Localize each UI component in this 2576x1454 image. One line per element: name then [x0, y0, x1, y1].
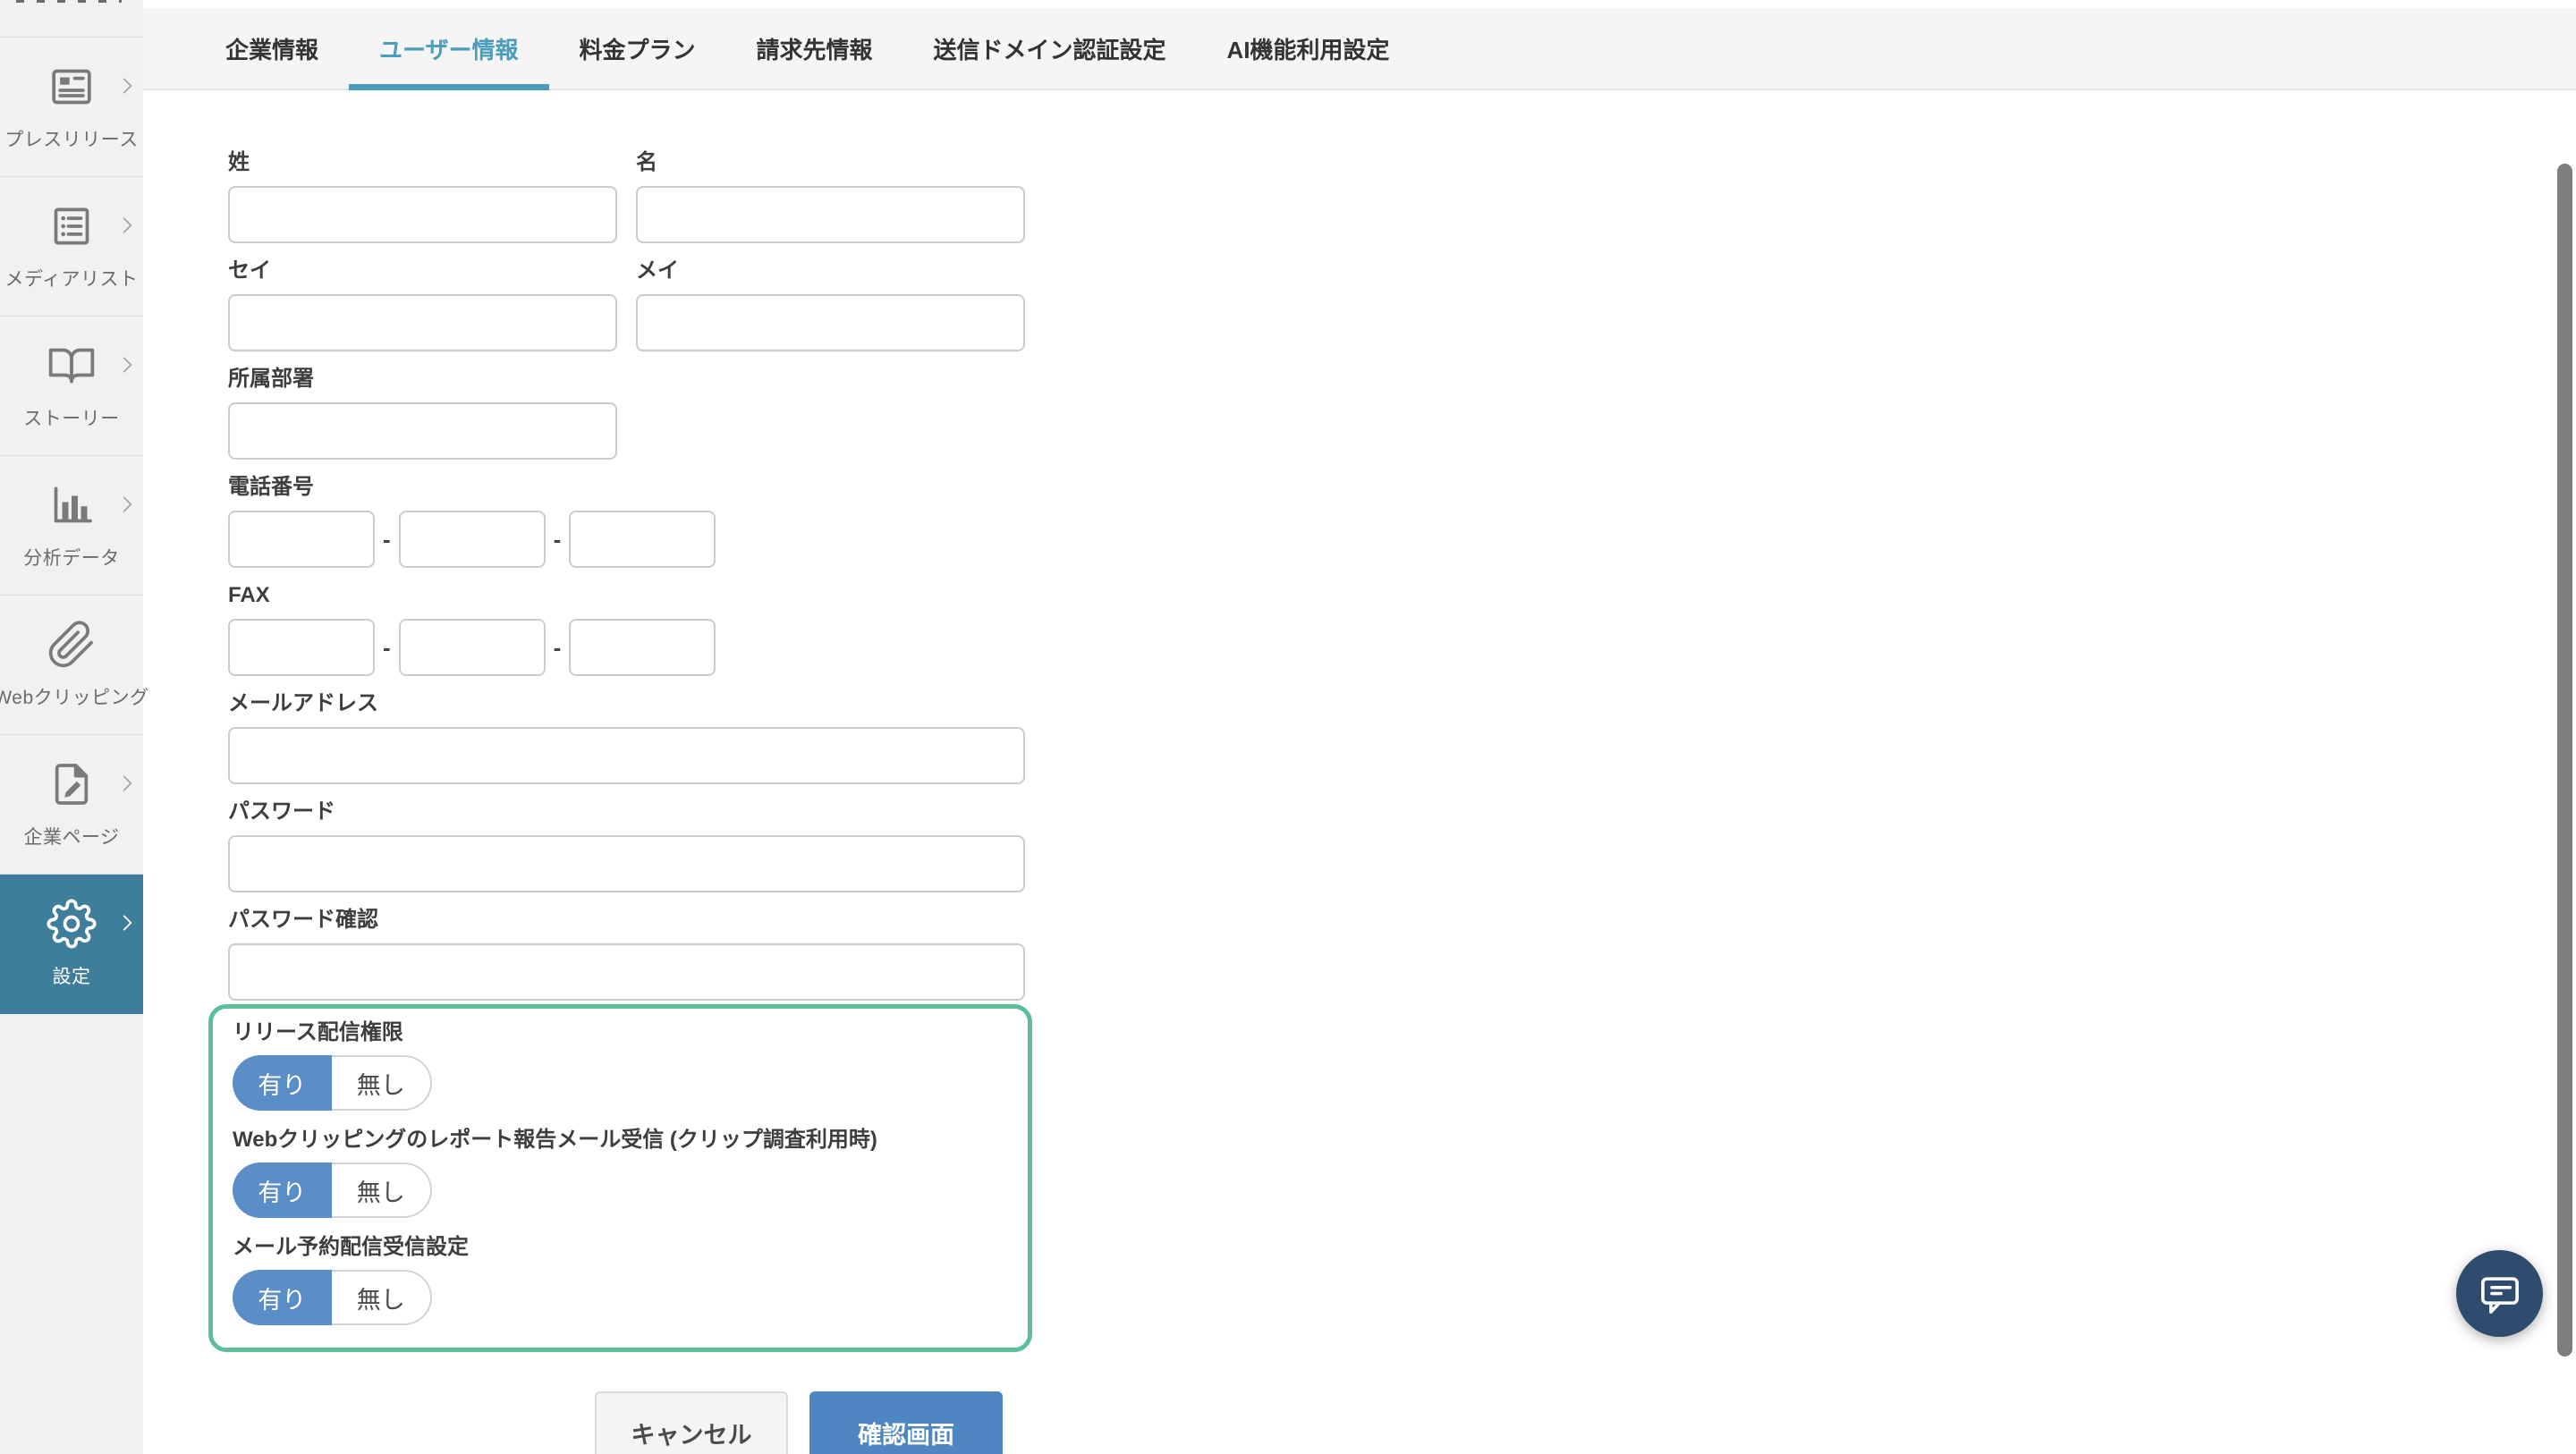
- permissions-highlight-box: リリース配信権限 有り 無し Webクリッピングのレポート報告メール受信 (クリ…: [208, 1004, 1032, 1352]
- phone-input-3[interactable]: [569, 511, 716, 568]
- toggle-option-nashi[interactable]: 無し: [332, 1162, 433, 1218]
- tab-ai-feature-settings[interactable]: AI機能利用設定: [1197, 8, 1420, 89]
- chevron-right-icon: [115, 493, 139, 516]
- release-permission-group: リリース配信権限 有り 無し: [233, 1019, 1028, 1111]
- sidebar-item-web-clipping[interactable]: Webクリッピング: [0, 596, 143, 735]
- phone-label: 電話番号: [228, 474, 2576, 501]
- sidebar-item-company-page[interactable]: 企業ページ: [0, 735, 143, 875]
- tab-sending-domain-auth[interactable]: 送信ドメイン認証設定: [903, 8, 1197, 89]
- fax-input-2[interactable]: [399, 619, 546, 676]
- sidebar-item-label: Webクリッピング: [0, 683, 149, 710]
- chevron-right-icon: [115, 911, 139, 934]
- department-label: 所属部署: [228, 366, 2576, 393]
- toggle-option-nashi[interactable]: 無し: [332, 1055, 433, 1111]
- newspaper-icon: [47, 62, 97, 112]
- chat-widget-button[interactable]: [2456, 1250, 2543, 1337]
- settings-page: プレスリリース メディアリスト ストーリー: [0, 0, 2576, 1454]
- fax-input-1[interactable]: [228, 619, 375, 676]
- sidebar-item-label: プレスリリース: [4, 125, 138, 152]
- phone-input-2[interactable]: [399, 511, 546, 568]
- fax-separator: -: [383, 634, 391, 662]
- first-name-kana-label: メイ: [636, 258, 1025, 284]
- email-label: メールアドレス: [228, 690, 2576, 717]
- webclipping-report-mail-toggle: 有り 無し: [233, 1162, 432, 1218]
- phone-separator: -: [554, 526, 562, 554]
- first-name-input[interactable]: [636, 186, 1025, 243]
- phone-input-1[interactable]: [228, 511, 375, 568]
- media-list-icon: [47, 201, 97, 251]
- sidebar-item-analytics[interactable]: 分析データ: [0, 456, 143, 596]
- last-name-input[interactable]: [228, 186, 617, 243]
- toggle-option-nashi[interactable]: 無し: [332, 1270, 433, 1325]
- sidebar-item-label: メディアリスト: [4, 265, 138, 292]
- release-permission-label: リリース配信権限: [233, 1019, 1028, 1046]
- fax-separator: -: [554, 634, 562, 662]
- department-input[interactable]: [228, 402, 617, 460]
- fax-label: FAX: [228, 582, 2576, 609]
- open-book-icon: [47, 341, 97, 391]
- sidebar-item-press-release[interactable]: プレスリリース: [0, 38, 143, 177]
- release-permission-toggle: 有り 無し: [233, 1055, 432, 1111]
- chevron-right-icon: [115, 772, 139, 795]
- tab-billing-info[interactable]: 請求先情報: [726, 8, 903, 89]
- settings-tab-bar: 企業情報 ユーザー情報 料金プラン 請求先情報 送信ドメイン認証設定 AI機能利…: [143, 8, 2576, 90]
- chevron-right-icon: [115, 214, 139, 237]
- password-confirm-input[interactable]: [228, 943, 1025, 1001]
- tab-company-info[interactable]: 企業情報: [195, 8, 349, 89]
- first-name-label: 名: [636, 149, 1025, 176]
- password-input[interactable]: [228, 835, 1025, 892]
- chevron-right-icon: [115, 74, 139, 97]
- password-confirm-label: パスワード確認: [228, 907, 2576, 934]
- toggle-option-ari[interactable]: 有り: [233, 1162, 332, 1218]
- gear-icon: [47, 899, 97, 949]
- sidebar-item-partial-cutoff: [0, 0, 143, 38]
- webclipping-report-mail-label: Webクリッピングのレポート報告メール受信 (クリップ調査利用時): [233, 1127, 1028, 1154]
- bar-chart-icon: [47, 480, 97, 530]
- last-name-label: 姓: [228, 149, 617, 176]
- chat-bubble-icon: [2476, 1270, 2524, 1318]
- chevron-right-icon: [115, 353, 139, 376]
- last-name-kana-label: セイ: [228, 258, 617, 284]
- toggle-option-ari[interactable]: 有り: [233, 1055, 332, 1111]
- scheduled-mail-toggle: 有り 無し: [233, 1270, 432, 1325]
- cancel-button[interactable]: キャンセル: [595, 1391, 788, 1454]
- scheduled-mail-group: メール予約配信受信設定 有り 無し: [233, 1234, 1028, 1325]
- confirm-button[interactable]: 確認画面: [809, 1391, 1003, 1454]
- sidebar-item-settings[interactable]: 設定: [0, 875, 143, 1014]
- sidebar-item-label: 企業ページ: [23, 823, 119, 850]
- tab-user-info[interactable]: ユーザー情報: [349, 8, 548, 89]
- first-name-kana-input[interactable]: [636, 294, 1025, 351]
- vertical-scrollbar-thumb[interactable]: [2557, 164, 2572, 1357]
- sidebar-item-story[interactable]: ストーリー: [0, 317, 143, 456]
- cutoff-text-remnant: [16, 0, 122, 3]
- user-info-form-panel: 姓 名 セイ メイ 所属部署: [143, 90, 2576, 1454]
- sidebar-item-label: ストーリー: [23, 404, 120, 431]
- paperclip-icon: [47, 620, 97, 670]
- phone-separator: -: [383, 526, 391, 554]
- user-info-form: 姓 名 セイ メイ 所属部署: [143, 90, 2576, 1454]
- page-edit-icon: [47, 759, 97, 809]
- last-name-kana-input[interactable]: [228, 294, 617, 351]
- tab-price-plan[interactable]: 料金プラン: [549, 8, 726, 89]
- sidebar-item-label: 分析データ: [23, 544, 120, 571]
- webclipping-report-mail-group: Webクリッピングのレポート報告メール受信 (クリップ調査利用時) 有り 無し: [233, 1127, 1028, 1218]
- email-input[interactable]: [228, 727, 1025, 784]
- sidebar-item-media-list[interactable]: メディアリスト: [0, 177, 143, 317]
- toggle-option-ari[interactable]: 有り: [233, 1270, 332, 1325]
- scheduled-mail-label: メール予約配信受信設定: [233, 1234, 1028, 1261]
- fax-input-3[interactable]: [569, 619, 716, 676]
- form-actions: キャンセル 確認画面: [228, 1391, 2576, 1454]
- sidebar-item-label: 設定: [53, 962, 91, 989]
- password-label: パスワード: [228, 799, 2576, 825]
- sidebar: プレスリリース メディアリスト ストーリー: [0, 0, 143, 1454]
